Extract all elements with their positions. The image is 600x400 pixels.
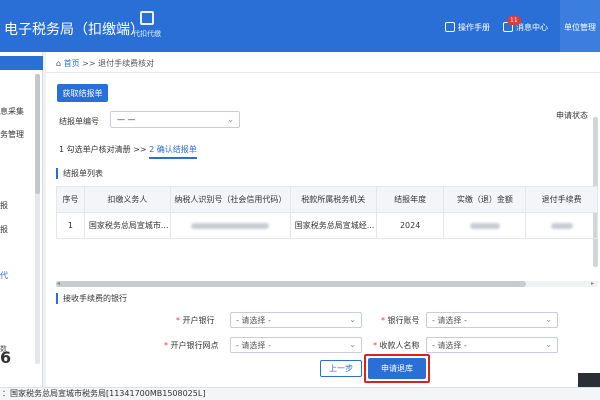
bank-select[interactable]: - 请选择 - ⌄ (230, 312, 362, 328)
cell-index: 1 (56, 212, 85, 239)
manual-label: 操作手册 (458, 23, 490, 32)
step-1[interactable]: 1 勾选单户核对清册 (59, 145, 131, 154)
home-icon[interactable]: ⌂ (56, 59, 61, 68)
col-authority: 税款所属税务机关 (289, 186, 377, 213)
account-select[interactable]: - 请选择 - ⌄ (426, 312, 558, 328)
tab-proxy-label: 代扣代缴 (133, 30, 161, 38)
status-bar: ：国家税务总局宣城市税务局[11341700MB1508025L] (0, 387, 600, 400)
sidebar-item-report-b[interactable]: 报 (0, 224, 8, 235)
cell-taxpayer-id (169, 212, 291, 239)
col-index: 序号 (56, 186, 85, 213)
cell-agent: 国家税务总局宣城市... (83, 212, 171, 239)
breadcrumb-current: 退付手续费核对 (98, 59, 155, 68)
tab-proxy-withholding[interactable]: 代扣代缴 (122, 7, 172, 47)
col-year: 结报年度 (375, 186, 445, 213)
report-list-title: 结报单列表 (56, 168, 103, 179)
unit-management-button[interactable]: 单位管理 (560, 0, 600, 52)
step-indicator: 1 勾选单户核对清册 >> 2 确认结报单 (59, 144, 197, 159)
redacted-value (550, 222, 573, 229)
report-number-select[interactable]: — — ⌄ (110, 111, 240, 128)
divider (46, 72, 600, 73)
manual-button[interactable]: 操作手册 (445, 22, 490, 33)
messages-label: 消息中心 (516, 23, 548, 32)
step-separator: >> (133, 145, 147, 154)
account-label: * 银行账号 (381, 316, 420, 325)
sidebar-scroll-thumb[interactable] (35, 74, 40, 194)
payee-select[interactable]: - 请选择 - ⌄ (426, 337, 558, 353)
bank-section-title: 接收手续费的银行 (56, 293, 127, 304)
sidebar: 息采集 务管理 报 报 代 数 6 (0, 52, 43, 387)
redacted-value (469, 222, 500, 229)
col-agent: 扣缴义务人 (83, 186, 171, 213)
report-table: 序号 扣缴义务人 纳税人识别号（社会信用代码） 税款所属税务机关 结报年度 实缴… (56, 186, 598, 239)
col-amount: 实缴（退）金额 (443, 186, 527, 213)
branch-select[interactable]: - 请选择 - ⌄ (230, 337, 362, 353)
col-refund-fee: 退付手续费 (525, 186, 598, 213)
apply-status-label: 申请状态 (556, 111, 588, 120)
cell-refund-fee (525, 212, 598, 239)
chevron-down-icon: ⌄ (349, 315, 356, 324)
col-taxpayer-id: 纳税人识别号（社会信用代码） (169, 186, 291, 213)
cell-amount (443, 212, 527, 239)
scroll-right-icon[interactable]: ▸ (591, 280, 594, 287)
prev-step-button[interactable]: 上一步 (320, 360, 362, 377)
main-panel: ⌂ 首页 >> 退付手续费核对 获取结报单 结报单编号 — — ⌄ 申请状态 1… (46, 52, 600, 387)
app-window: 电子税务局（扣缴端） 代扣代缴 操作手册 消息中心 11 单位管理 息采集 务管… (0, 0, 600, 400)
table-scroll-thumb[interactable] (56, 281, 526, 287)
chevron-down-icon: ⌄ (349, 340, 356, 349)
bank-label: * 开户银行 (176, 316, 215, 325)
book-icon (445, 22, 455, 32)
unit-label: 单位管理 (564, 23, 596, 32)
top-bar: 电子税务局（扣缴端） 代扣代缴 操作手册 消息中心 11 单位管理 (0, 0, 600, 52)
branch-label: * 开户银行网点 (164, 341, 219, 350)
chevron-down-icon: ⌄ (227, 115, 234, 124)
sidebar-stat-value: 6 (0, 348, 12, 367)
redacted-value (191, 222, 270, 229)
document-icon (140, 11, 154, 25)
report-number-value: — — (117, 115, 136, 124)
sidebar-header (0, 56, 43, 70)
breadcrumb-separator: >> (82, 59, 96, 68)
cell-year: 2024 (375, 212, 445, 239)
breadcrumb: ⌂ 首页 >> 退付手续费核对 (56, 58, 154, 69)
message-count-badge: 11 (507, 16, 521, 25)
table-row[interactable]: 1 国家税务总局宣城市... 国家税务总局宣城经... 2024 (56, 212, 598, 239)
messages-button[interactable]: 消息中心 11 (503, 16, 548, 33)
breadcrumb-home[interactable]: 首页 (64, 59, 80, 68)
step-2[interactable]: 2 确认结报单 (149, 145, 197, 159)
scroll-left-icon[interactable]: ◂ (57, 280, 60, 287)
corner-widget[interactable] (578, 373, 600, 387)
sidebar-item-report-a[interactable]: 报 (0, 200, 8, 211)
chevron-down-icon: ⌄ (545, 315, 552, 324)
chevron-down-icon: ⌄ (545, 340, 552, 349)
cell-authority: 国家税务总局宣城经... (289, 212, 377, 239)
fetch-report-button[interactable]: 获取结报单 (57, 84, 108, 102)
sidebar-item-proxy[interactable]: 代 (0, 270, 8, 281)
payee-label: * 收款人名称 (373, 341, 420, 350)
table-header-row: 序号 扣缴义务人 纳税人识别号（社会信用代码） 税款所属税务机关 结报年度 实缴… (56, 186, 598, 213)
report-number-label: 结报单编号 (59, 117, 99, 126)
apply-refund-button[interactable]: 申请退库 (368, 358, 426, 379)
sidebar-item-management[interactable]: 务管理 (0, 129, 24, 140)
sidebar-item-info-collect[interactable]: 息采集 (0, 106, 24, 117)
